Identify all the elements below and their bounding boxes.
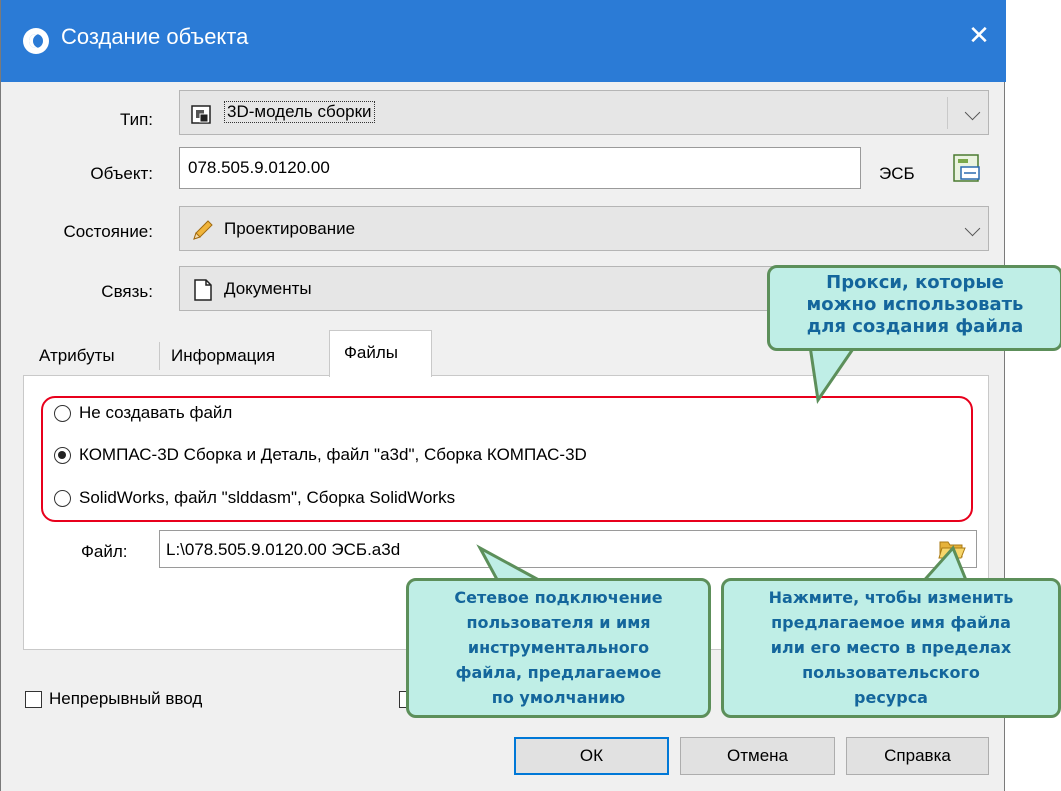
- callout-line: Нажмите, чтобы изменить: [768, 588, 1014, 607]
- callout-line: Сетевое подключение: [454, 588, 663, 607]
- callout-line: предлагаемое имя файла: [771, 613, 1011, 632]
- callout-line: по умолчанию: [491, 688, 626, 707]
- callout-line: инструментального: [467, 638, 650, 657]
- callout-line: ресурса: [854, 688, 928, 707]
- callout-line: пользовательского: [802, 663, 980, 682]
- callout-proxy: Прокси, которые можно использовать для с…: [767, 265, 1061, 351]
- callout-line: пользователя и имя: [466, 613, 651, 632]
- callout-line: Прокси, которые: [826, 272, 1004, 293]
- callout-browse: Нажмите, чтобы изменить предлагаемое имя…: [721, 578, 1061, 718]
- callout-line: для создания файла: [806, 316, 1024, 337]
- callout-line: можно использовать: [806, 294, 1024, 315]
- proxy-pointer: [808, 344, 858, 405]
- callout-line: файла, предлагаемое: [455, 663, 662, 682]
- callout-line: или его место в пределах: [770, 638, 1012, 657]
- callout-network: Сетевое подключение пользователя и имя и…: [406, 578, 711, 718]
